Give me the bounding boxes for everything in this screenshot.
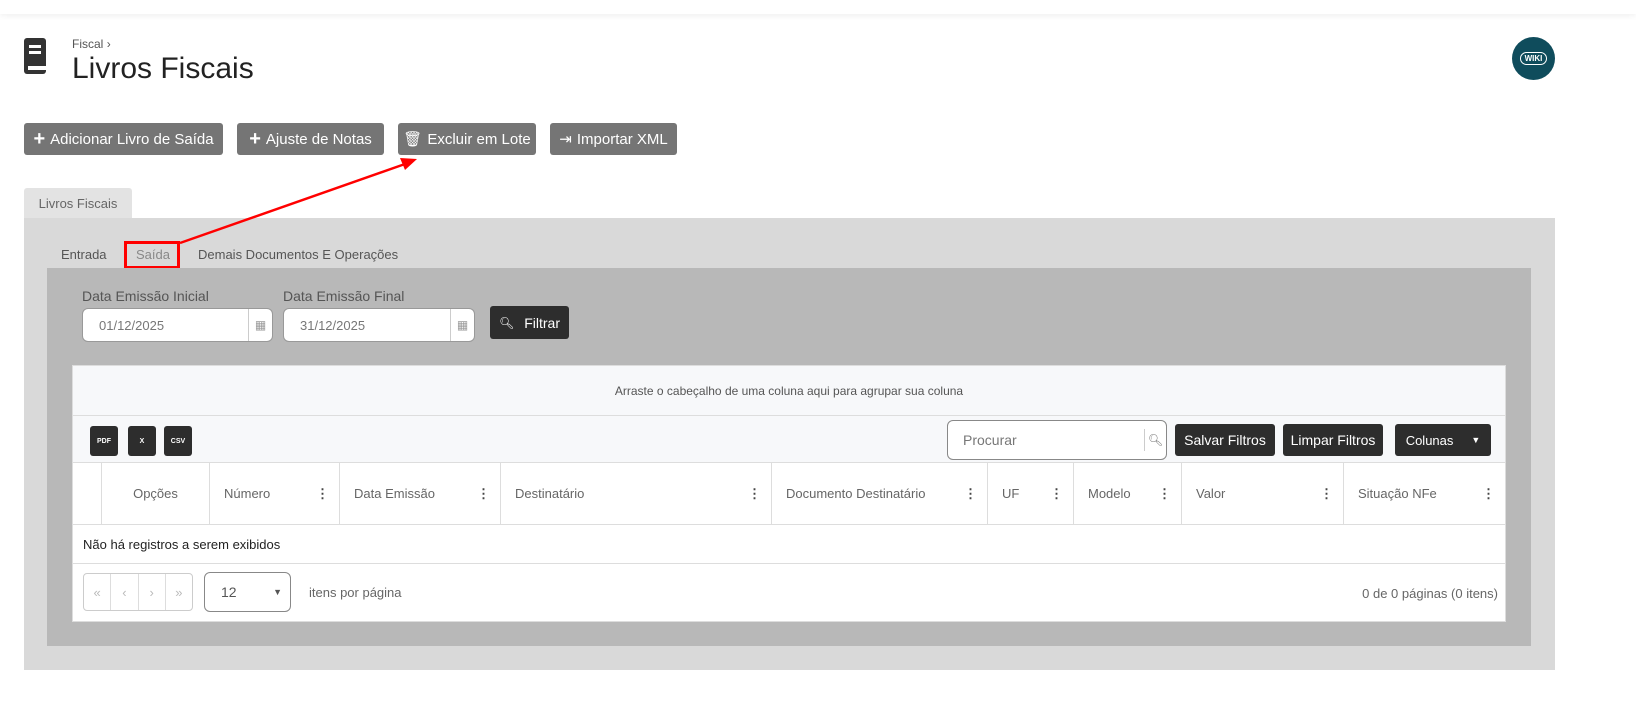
pager-nav: « ‹ › » xyxy=(83,573,193,611)
search-placeholder: Procurar xyxy=(963,432,1017,448)
first-page-button[interactable]: « xyxy=(84,574,112,610)
column-header-destinatario[interactable]: Destinatário ⋮ xyxy=(501,463,772,525)
search-input[interactable]: Procurar 🔍︎ xyxy=(947,420,1167,460)
plus-icon: + xyxy=(249,127,261,150)
button-label: Filtrar xyxy=(524,314,560,331)
adjust-notes-button[interactable]: + Ajuste de Notas xyxy=(237,123,384,155)
column-header-numero[interactable]: Número ⋮ xyxy=(210,463,340,525)
next-page-button[interactable]: › xyxy=(139,574,166,610)
subtab-demais-documentos[interactable]: Demais Documentos E Operações xyxy=(198,247,398,262)
top-bar xyxy=(0,0,1636,14)
search-icon[interactable]: 🔍︎ xyxy=(1144,429,1166,451)
page-size-select[interactable]: 12 ▼ xyxy=(204,572,291,612)
data-grid: Arraste o cabeçalho de uma coluna aqui p… xyxy=(72,365,1506,622)
search-icon: 🔍︎ xyxy=(498,315,515,330)
columns-button[interactable]: Colunas ▼ xyxy=(1395,424,1491,456)
filter-button[interactable]: 🔍︎ Filtrar xyxy=(490,306,569,339)
excel-icon: X xyxy=(139,437,145,445)
group-drop-zone[interactable]: Arraste o cabeçalho de uma coluna aqui p… xyxy=(73,366,1505,416)
column-menu-icon[interactable]: ⋮ xyxy=(1050,486,1063,502)
pager-summary: 0 de 0 páginas (0 itens) xyxy=(1362,586,1498,601)
caret-down-icon: ▼ xyxy=(1471,435,1481,445)
column-label: Data Emissão xyxy=(354,486,435,501)
column-menu-icon[interactable]: ⋮ xyxy=(964,486,977,502)
import-xml-button[interactable]: ⇥ Importar XML xyxy=(550,123,677,155)
column-label: Destinatário xyxy=(515,486,585,501)
column-label: Opções xyxy=(133,486,178,501)
wiki-button[interactable]: WIKI xyxy=(1512,37,1555,80)
wiki-label: WIKI xyxy=(1519,52,1548,65)
calendar-icon[interactable]: ▦ xyxy=(450,309,474,341)
clear-filters-button[interactable]: Limpar Filtros xyxy=(1283,424,1383,456)
prev-page-button[interactable]: ‹ xyxy=(111,574,139,610)
column-label: Modelo xyxy=(1088,486,1131,501)
column-header-modelo[interactable]: Modelo ⋮ xyxy=(1074,463,1182,525)
button-label: Adicionar Livro de Saída xyxy=(50,130,214,148)
column-label: Situação NFe xyxy=(1358,486,1437,501)
page-title: Livros Fiscais xyxy=(72,52,254,85)
calendar-icon[interactable]: ▦ xyxy=(248,309,272,341)
trash-icon: 🗑 xyxy=(403,131,423,148)
end-date-value: 31/12/2025 xyxy=(300,317,366,333)
file-import-icon: ⇥ xyxy=(559,131,572,148)
column-header-data-emissao[interactable]: Data Emissão ⋮ xyxy=(340,463,501,525)
start-date-label: Data Emissão Inicial xyxy=(82,288,209,304)
export-csv-button[interactable]: CSV xyxy=(164,426,192,456)
end-date-input[interactable]: 31/12/2025 ▦ xyxy=(283,308,475,342)
plus-icon: + xyxy=(33,127,46,150)
column-label: UF xyxy=(1002,486,1020,501)
pdf-icon: PDF xyxy=(97,437,111,445)
csv-icon: CSV xyxy=(170,437,186,445)
batch-delete-button[interactable]: 🗑 Excluir em Lote xyxy=(398,123,536,155)
highlight-box xyxy=(124,241,180,269)
export-excel-button[interactable]: X xyxy=(128,426,156,456)
last-page-button[interactable]: » xyxy=(166,574,192,610)
button-label: Colunas xyxy=(1405,432,1454,448)
column-menu-icon[interactable]: ⋮ xyxy=(1158,486,1171,502)
column-menu-icon[interactable]: ⋮ xyxy=(748,486,761,502)
export-pdf-button[interactable]: PDF xyxy=(90,426,118,456)
column-header-situacao-nfe[interactable]: Situação NFe ⋮ xyxy=(1344,463,1506,525)
column-menu-icon[interactable]: ⋮ xyxy=(477,486,490,502)
book-icon xyxy=(24,38,46,74)
save-filters-button[interactable]: Salvar Filtros xyxy=(1175,424,1275,456)
page-size-value: 12 xyxy=(221,584,237,600)
start-date-input[interactable]: 01/12/2025 ▦ xyxy=(82,308,273,342)
column-header-uf[interactable]: UF ⋮ xyxy=(988,463,1074,525)
subtab-entrada[interactable]: Entrada xyxy=(61,247,107,262)
end-date-label: Data Emissão Final xyxy=(283,288,405,304)
add-output-book-button[interactable]: + Adicionar Livro de Saída xyxy=(24,123,223,155)
grid-toolbar: PDF X CSV Procurar 🔍︎ Salvar Filtros Limp… xyxy=(73,416,1505,463)
column-header-documento-destinatario[interactable]: Documento Destinatário ⋮ xyxy=(772,463,988,525)
start-date-value: 01/12/2025 xyxy=(99,317,165,333)
caret-down-icon: ▼ xyxy=(273,587,282,597)
column-label: Valor xyxy=(1196,486,1226,501)
tab-livros-fiscais[interactable]: Livros Fiscais xyxy=(24,188,132,219)
column-header-opcoes: Opções xyxy=(102,463,210,525)
button-label: Excluir em Lote xyxy=(427,130,531,148)
button-label: Importar XML xyxy=(576,130,668,148)
column-label: Documento Destinatário xyxy=(786,486,926,501)
column-label: Número xyxy=(224,486,271,501)
column-header-valor[interactable]: Valor ⋮ xyxy=(1182,463,1344,525)
button-label: Ajuste de Notas xyxy=(265,130,372,148)
column-menu-icon[interactable]: ⋮ xyxy=(1320,486,1333,502)
column-menu-icon[interactable]: ⋮ xyxy=(316,486,329,502)
breadcrumb-separator: › xyxy=(106,37,111,51)
empty-message: Não há registros a serem exibidos xyxy=(73,525,1505,564)
column-menu-icon[interactable]: ⋮ xyxy=(1482,486,1495,502)
breadcrumb-fiscal[interactable]: Fiscal xyxy=(72,37,103,51)
breadcrumb[interactable]: Fiscal › xyxy=(72,37,111,51)
per-page-label: itens por página xyxy=(309,585,402,600)
select-column[interactable] xyxy=(73,463,102,525)
